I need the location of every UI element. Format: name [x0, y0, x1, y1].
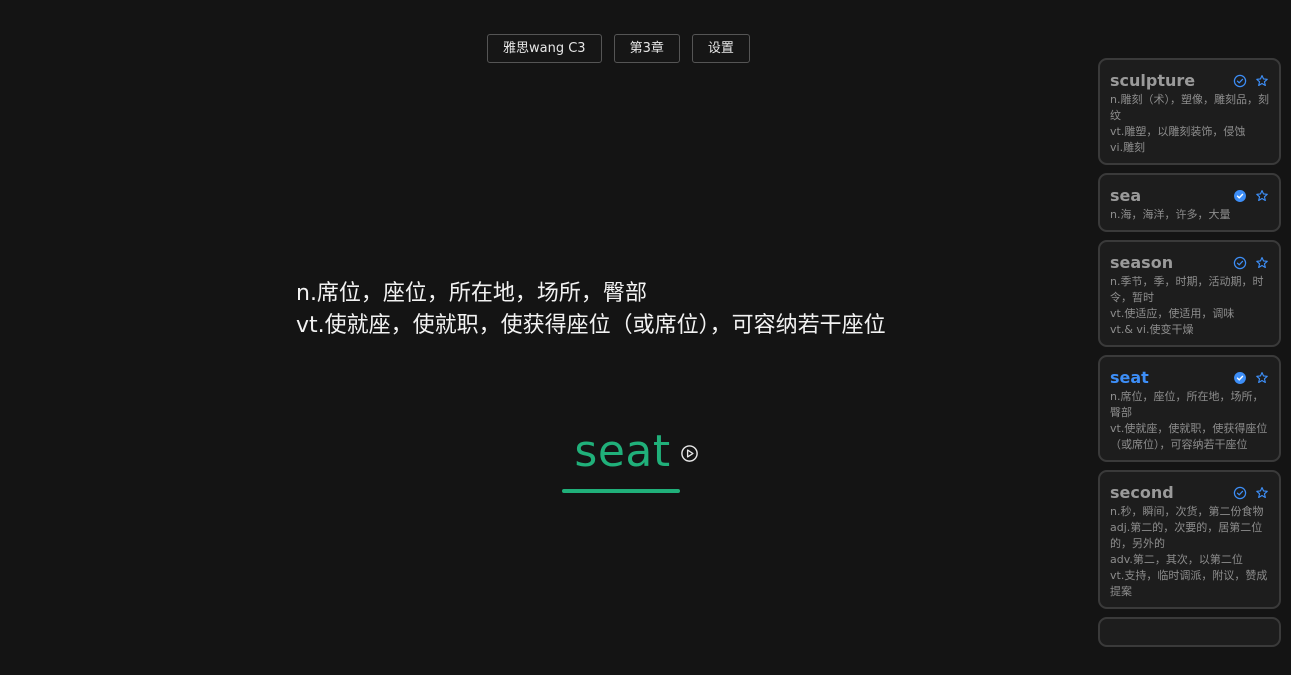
word-card-translation: n.海，海洋，许多，大量: [1110, 207, 1269, 223]
word-card-translation: n.雕刻（术），塑像，雕刻品，刻纹 vt.雕塑，以雕刻装饰，侵蚀 vi.雕刻: [1110, 92, 1269, 156]
chapter-button[interactable]: 第3章: [613, 34, 680, 63]
word-card-translation: n.秒，瞬间，次货，第二份食物 adj.第二的，次要的，居第二位的，另外的 adv.…: [1110, 504, 1269, 600]
word-card-word: sea: [1110, 186, 1142, 205]
word-card-word: seat: [1110, 368, 1149, 387]
word-card-actions: [1233, 371, 1269, 385]
word-card-actions: [1233, 74, 1269, 88]
translation-line: vt.使就座，使就职，使获得座位（或席位），可容纳若干座位: [1110, 422, 1268, 451]
settings-button[interactable]: 设置: [691, 34, 750, 63]
check-circle-filled-icon[interactable]: [1233, 189, 1247, 203]
translation-line: vt.支持，临时调派，附议，赞成提案: [1110, 569, 1268, 598]
word-card-actions: [1233, 256, 1269, 270]
word-card-word: season: [1110, 253, 1174, 272]
star-icon[interactable]: [1255, 371, 1269, 385]
check-circle-icon[interactable]: [1233, 256, 1247, 270]
translation-line: n.席位，座位，所在地，场所，臀部: [1110, 390, 1264, 419]
word-card-word: second: [1110, 483, 1174, 502]
translation-line: adv.第二，其次，以第二位: [1110, 553, 1243, 566]
star-icon[interactable]: [1255, 256, 1269, 270]
word-list-item[interactable]: [1098, 617, 1281, 647]
word-list-item[interactable]: second n.秒，瞬间，次货，第二份食物 adj.第二的，次要的，居第二位的，另…: [1098, 470, 1281, 609]
definition-line: vt.使就座，使就职，使获得座位（或席位），可容纳若干座位: [296, 313, 886, 338]
translation-line: vi.雕刻: [1110, 141, 1146, 154]
star-icon[interactable]: [1255, 74, 1269, 88]
translation-line: n.季节，季，时期，活动期，时令，暂时: [1110, 275, 1264, 304]
word-list-item[interactable]: season n.季节，季，时期，活动期，时令，暂时 vt.使适应，使适用，调味 vt…: [1098, 240, 1281, 347]
word-card-word: sculpture: [1110, 71, 1196, 90]
translation-line: vt.使适应，使适用，调味: [1110, 307, 1235, 320]
check-circle-filled-icon[interactable]: [1233, 371, 1247, 385]
word-input-underline: [562, 489, 680, 493]
translation-line: n.海，海洋，许多，大量: [1110, 208, 1231, 221]
word-card-header: second: [1110, 482, 1269, 503]
word-definition: n.席位，座位，所在地，场所，臀部 vt.使就座，使就职，使获得座位（或席位），…: [296, 278, 1056, 342]
translation-line: vt.& vi.使变干燥: [1110, 323, 1194, 336]
definition-line: n.席位，座位，所在地，场所，臀部: [296, 281, 647, 306]
word-card-header: sea: [1110, 185, 1269, 206]
word-list-item[interactable]: sea n.海，海洋，许多，大量: [1098, 173, 1281, 232]
word-card-actions: [1233, 189, 1269, 203]
word-card-actions: [1233, 486, 1269, 500]
translation-line: n.秒，瞬间，次货，第二份食物: [1110, 505, 1264, 518]
translation-line: adj.第二的，次要的，居第二位的，另外的: [1110, 521, 1263, 550]
word-list-sidebar: sculpture n.雕刻（术），塑像，雕刻品，刻纹 vt.雕塑，以雕刻装饰，侵蚀…: [1098, 58, 1281, 675]
current-word-area: seat: [560, 424, 685, 493]
word-list-item[interactable]: seat n.席位，座位，所在地，场所，臀部 vt.使就座，使就职，使获得座位（或席…: [1098, 355, 1281, 462]
toolbar: 雅思wang C3 第3章 设置: [487, 34, 750, 63]
star-icon[interactable]: [1255, 486, 1269, 500]
dictionary-button[interactable]: 雅思wang C3: [487, 34, 602, 63]
star-icon[interactable]: [1255, 189, 1269, 203]
current-word: seat: [574, 426, 671, 477]
check-circle-icon[interactable]: [1233, 74, 1247, 88]
word-card-translation: n.季节，季，时期，活动期，时令，暂时 vt.使适应，使适用，调味 vt.& vi.…: [1110, 274, 1269, 338]
play-pronunciation-icon[interactable]: [680, 444, 699, 463]
word-card-header: seat: [1110, 367, 1269, 388]
word-card-header: sculpture: [1110, 70, 1269, 91]
translation-line: vt.雕塑，以雕刻装饰，侵蚀: [1110, 125, 1246, 138]
word-card-translation: n.席位，座位，所在地，场所，臀部 vt.使就座，使就职，使获得座位（或席位），可…: [1110, 389, 1269, 453]
translation-line: n.雕刻（术），塑像，雕刻品，刻纹: [1110, 93, 1269, 122]
word-list-item[interactable]: sculpture n.雕刻（术），塑像，雕刻品，刻纹 vt.雕塑，以雕刻装饰，侵蚀…: [1098, 58, 1281, 165]
word-card-header: season: [1110, 252, 1269, 273]
check-circle-icon[interactable]: [1233, 486, 1247, 500]
